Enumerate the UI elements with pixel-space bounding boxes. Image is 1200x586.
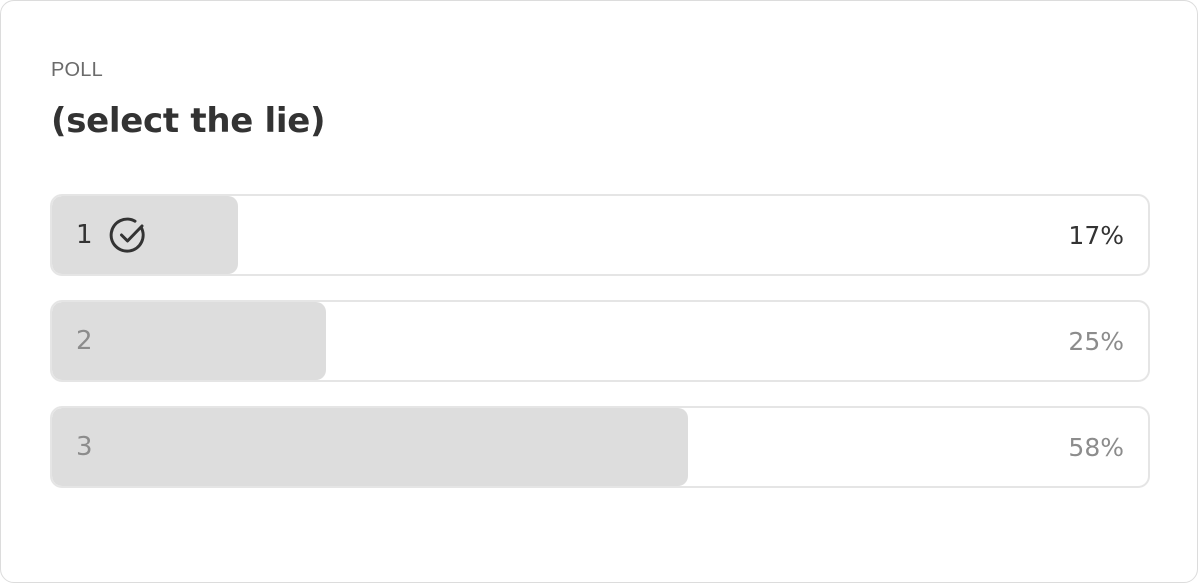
check-circle-icon bbox=[109, 215, 149, 255]
option-percent: 17% bbox=[1068, 220, 1124, 250]
poll-options: 1 17% 2 25% 3 58% bbox=[50, 194, 1150, 512]
option-result-bar bbox=[52, 302, 326, 380]
option-percent: 25% bbox=[1068, 326, 1124, 356]
option-label: 3 bbox=[76, 432, 93, 462]
option-result-bar bbox=[52, 408, 688, 486]
poll-card: POLL (select the lie) 1 17% 2 25% 3 58% bbox=[0, 0, 1198, 583]
option-label: 1 bbox=[76, 220, 93, 250]
option-percent: 58% bbox=[1068, 432, 1124, 462]
poll-option-1[interactable]: 1 17% bbox=[50, 194, 1150, 276]
poll-label: POLL bbox=[51, 59, 103, 81]
poll-title: (select the lie) bbox=[51, 101, 326, 141]
poll-option-2[interactable]: 2 25% bbox=[50, 300, 1150, 382]
poll-option-3[interactable]: 3 58% bbox=[50, 406, 1150, 488]
option-label: 2 bbox=[76, 326, 93, 356]
